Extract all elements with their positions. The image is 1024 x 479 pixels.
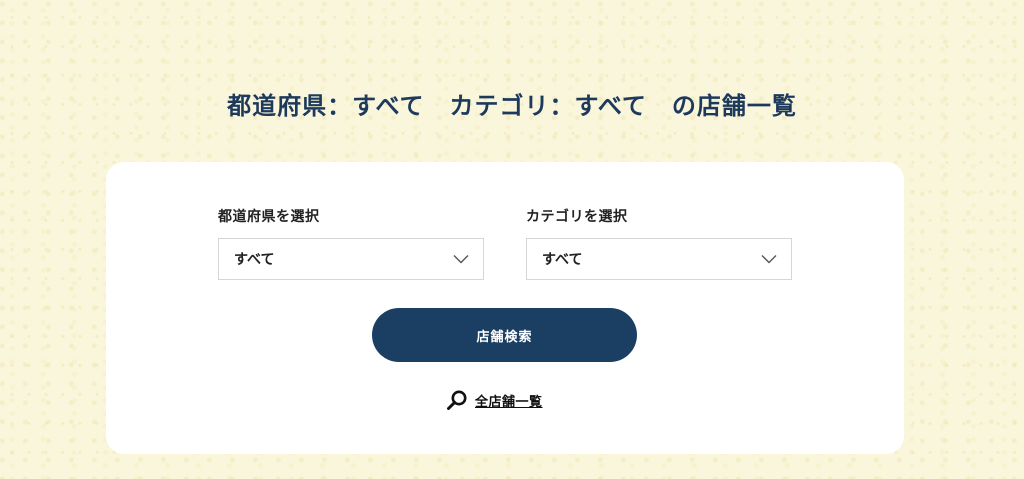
prefecture-field: 都道府県を選択 すべて [218,206,484,280]
category-select-value: すべて [542,252,583,268]
search-panel: 都道府県を選択 すべて カテゴリを選択 すべて 店舗検索 全店舗一覧 [106,162,904,454]
all-stores-link-label: 全店舗一覧 [475,394,543,410]
all-stores-link[interactable]: 全店舗一覧 [446,389,543,411]
chevron-down-icon [761,255,777,264]
store-search-button[interactable]: 店舗検索 [372,308,637,362]
chevron-down-icon [453,255,469,264]
category-label: カテゴリを選択 [526,209,628,225]
page-title: 都道府県：すべて カテゴリ：すべて の店舗一覧 [227,91,797,120]
prefecture-select-value: すべて [234,252,275,268]
category-field: カテゴリを選択 すべて [526,206,792,280]
search-icon [447,390,467,410]
category-select[interactable]: すべて [526,238,792,280]
prefecture-label: 都道府県を選択 [218,209,320,225]
prefecture-select[interactable]: すべて [218,238,484,280]
